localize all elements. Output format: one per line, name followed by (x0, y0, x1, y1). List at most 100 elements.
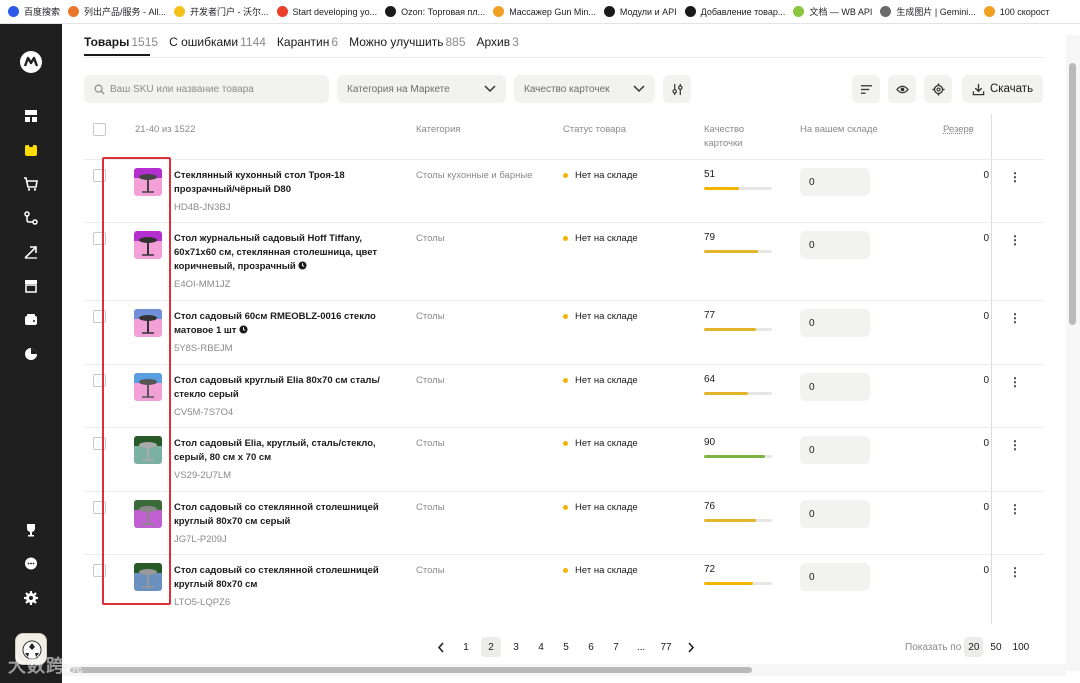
product-category: Столы (416, 565, 445, 576)
tab-item[interactable]: С ошибками 1144 (169, 33, 266, 51)
next-page-button[interactable] (681, 637, 701, 657)
row-menu-icon[interactable]: ⋮ (1009, 502, 1021, 516)
page-size-option[interactable]: 20 (964, 637, 984, 657)
tab-item[interactable]: Карантин 6 (277, 33, 338, 51)
wallet-icon[interactable] (21, 310, 41, 330)
page-size-option[interactable]: 100 (1009, 637, 1034, 657)
bookmark-item[interactable]: 文档 — WB API (793, 5, 880, 18)
search-box[interactable] (84, 75, 329, 103)
row-menu-icon[interactable]: ⋮ (1009, 565, 1021, 579)
quality-score[interactable]: 76 (704, 501, 715, 512)
product-name[interactable]: Стол садовый Elia, круглый, сталь/стекло… (174, 437, 394, 465)
horizontal-scrollbar[interactable] (62, 664, 1066, 676)
bookmark-item[interactable]: 开发者门户 - 沃尔... (174, 5, 277, 18)
col-category[interactable]: Категория (416, 123, 460, 137)
page-button[interactable]: 6 (581, 637, 601, 657)
products-icon[interactable] (21, 140, 41, 160)
col-stock[interactable]: На вашем складе (800, 123, 878, 137)
chat-icon[interactable] (21, 554, 41, 574)
show-by-label: Показать по (905, 641, 962, 653)
stock-input[interactable]: 0 (800, 436, 870, 464)
market-logo-icon[interactable] (19, 50, 43, 74)
page-button[interactable]: 2 (481, 637, 501, 657)
col-reserve[interactable]: Резерв (943, 123, 974, 137)
sort-button[interactable] (852, 75, 880, 103)
page-button[interactable]: 77 (656, 637, 676, 657)
cart-icon[interactable] (21, 174, 41, 194)
store-icon[interactable] (21, 276, 41, 296)
analytics-pie-icon[interactable] (21, 344, 41, 364)
filter-settings-button[interactable] (663, 75, 691, 103)
clock-icon (236, 325, 248, 336)
product-name[interactable]: Стол садовый со стеклянной столешницей к… (174, 501, 394, 529)
page-button[interactable]: 5 (556, 637, 576, 657)
tab-count: 1515 (131, 35, 159, 49)
bookmark-item[interactable]: Ozon: Торговая пл... (385, 6, 493, 17)
row-menu-icon[interactable]: ⋮ (1009, 438, 1021, 452)
page-button[interactable]: 7 (606, 637, 626, 657)
product-status: Нет на складе (563, 438, 638, 449)
category-select[interactable]: Категория на Маркете (337, 75, 506, 103)
bookmark-item[interactable]: 生成图片 | Gemini... (880, 5, 983, 18)
page-size-option[interactable]: 50 (986, 637, 1005, 657)
product-name[interactable]: Стол журнальный садовый Hoff Tiffany, 60… (174, 232, 394, 274)
col-status[interactable]: Статус товара (563, 123, 626, 137)
bookmark-favicon-icon (174, 6, 186, 17)
quality-score[interactable]: 64 (704, 374, 715, 385)
page-button[interactable]: 4 (531, 637, 551, 657)
bookmark-item[interactable]: Модули и API (603, 6, 685, 17)
download-label: Скачать (989, 83, 1034, 95)
bookmark-item[interactable]: 列出产品/服务 - All... (68, 5, 174, 18)
trophy-icon[interactable] (21, 520, 41, 540)
view-toggle-button[interactable] (888, 75, 916, 103)
settings-gear-icon[interactable] (21, 588, 41, 608)
row-menu-icon[interactable]: ⋮ (1009, 311, 1021, 325)
product-status: Нет на складе (563, 565, 638, 576)
stock-input[interactable]: 0 (800, 373, 870, 401)
stock-input[interactable]: 0 (800, 500, 870, 528)
select-all-checkbox[interactable] (93, 123, 106, 136)
stock-input[interactable]: 0 (800, 231, 870, 259)
bookmark-item[interactable]: Массажер Gun Min... (493, 6, 604, 17)
product-name[interactable]: Стол садовый со стеклянной столешницей к… (174, 564, 394, 592)
product-name[interactable]: Стол садовый круглый Elia 80x70 см сталь… (174, 374, 394, 402)
stock-input[interactable]: 0 (800, 563, 870, 591)
search-input[interactable] (110, 83, 310, 95)
bookmark-item[interactable]: 100 скорост (983, 6, 1058, 17)
stock-input[interactable]: 0 (800, 168, 870, 196)
col-quality-line1: Качество (704, 124, 745, 135)
col-quality[interactable]: Качество карточки (704, 123, 744, 151)
bookmark-label: 文档 — WB API (809, 7, 873, 17)
quality-score[interactable]: 90 (704, 437, 715, 448)
dashboard-icon[interactable] (21, 106, 41, 126)
product-name[interactable]: Стеклянный кухонный стол Троя-18 прозрач… (174, 169, 394, 197)
quality-score[interactable]: 77 (704, 310, 715, 321)
quality-bar (704, 187, 772, 190)
prev-page-button[interactable] (431, 637, 451, 657)
quality-score[interactable]: 72 (704, 564, 715, 575)
table-settings-button[interactable] (924, 75, 952, 103)
download-button[interactable]: Скачать (962, 75, 1043, 103)
tab-item[interactable]: Можно улучшить 885 (349, 33, 465, 51)
quality-score[interactable]: 79 (704, 232, 715, 243)
logistics-icon[interactable] (21, 208, 41, 228)
bookmark-item[interactable]: 百度搜索 (8, 5, 68, 18)
bookmark-item[interactable]: Start developing yo... (276, 6, 386, 17)
quality-select[interactable]: Качество карточек (514, 75, 655, 103)
stock-input[interactable]: 0 (800, 309, 870, 337)
row-menu-icon[interactable]: ⋮ (1009, 233, 1021, 247)
watermark: 大数跨境 (8, 656, 84, 676)
quality-score[interactable]: 51 (704, 169, 715, 180)
vertical-scrollbar[interactable] (1066, 35, 1080, 671)
growth-icon[interactable] (21, 242, 41, 262)
product-sku: CV5M-7S7O4 (174, 407, 234, 418)
bookmark-item[interactable]: Добавление товар... (684, 6, 794, 17)
row-menu-icon[interactable]: ⋮ (1009, 375, 1021, 389)
page-button[interactable]: 1 (456, 637, 476, 657)
page-button[interactable]: 3 (506, 637, 526, 657)
tab-item[interactable]: Архив 3 (477, 33, 519, 51)
tab-item[interactable]: Товары 1515 (84, 33, 158, 51)
product-name[interactable]: Стол садовый 60см RMEOBLZ-0016 стекло ма… (174, 310, 394, 338)
row-menu-icon[interactable]: ⋮ (1009, 170, 1021, 184)
reserve-value: 0 (983, 565, 989, 576)
